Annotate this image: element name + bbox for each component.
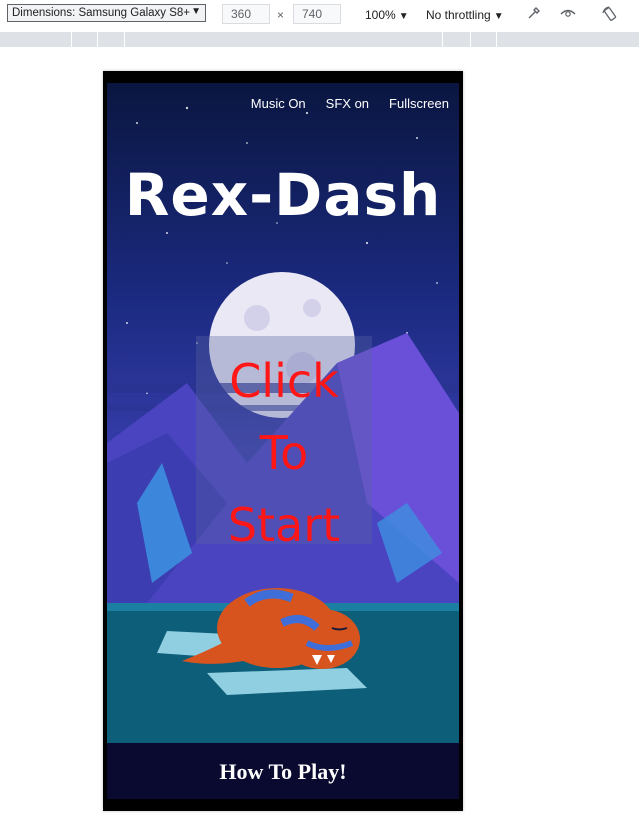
- eye-icon[interactable]: [558, 5, 578, 25]
- dimension-separator: ×: [277, 8, 285, 22]
- width-input[interactable]: 360: [222, 4, 270, 24]
- media-query-ruler: [0, 32, 639, 47]
- start-button[interactable]: Click To Start: [196, 345, 372, 561]
- device-select[interactable]: Dimensions: Samsung Galaxy S8+ ▼: [7, 4, 206, 22]
- chevron-down-icon: ▼: [191, 6, 201, 17]
- zoom-label: 100%: [365, 8, 396, 22]
- rotate-icon[interactable]: [600, 5, 620, 25]
- zoom-select[interactable]: 100% ▼: [365, 8, 409, 22]
- game-title: Rex-Dash: [124, 161, 442, 229]
- devtools-toolbar: Dimensions: Samsung Galaxy S8+ ▼ 360 × 7…: [0, 0, 639, 30]
- music-toggle[interactable]: Music On: [251, 96, 306, 111]
- sfx-toggle[interactable]: SFX on: [326, 96, 369, 111]
- device-frame: Music On SFX on Fullscreen Rex-Dash Clic…: [103, 71, 463, 811]
- throttling-label: No throttling: [426, 8, 491, 22]
- color-picker-icon[interactable]: [524, 5, 544, 25]
- device-select-label: Dimensions: Samsung Galaxy S8+: [12, 7, 191, 19]
- chevron-down-icon: ▼: [493, 11, 504, 22]
- throttling-select[interactable]: No throttling ▼: [426, 8, 504, 22]
- chevron-down-icon: ▼: [398, 11, 409, 22]
- start-line-start: Start: [227, 498, 341, 552]
- height-input[interactable]: 740: [293, 4, 341, 24]
- how-to-play-button[interactable]: How To Play!: [107, 759, 459, 785]
- start-line-to: To: [259, 426, 309, 480]
- game-canvas[interactable]: Music On SFX on Fullscreen Rex-Dash Clic…: [107, 83, 459, 799]
- start-line-click: Click: [229, 354, 339, 408]
- game-menu: Music On SFX on Fullscreen: [251, 96, 449, 111]
- fullscreen-button[interactable]: Fullscreen: [389, 96, 449, 111]
